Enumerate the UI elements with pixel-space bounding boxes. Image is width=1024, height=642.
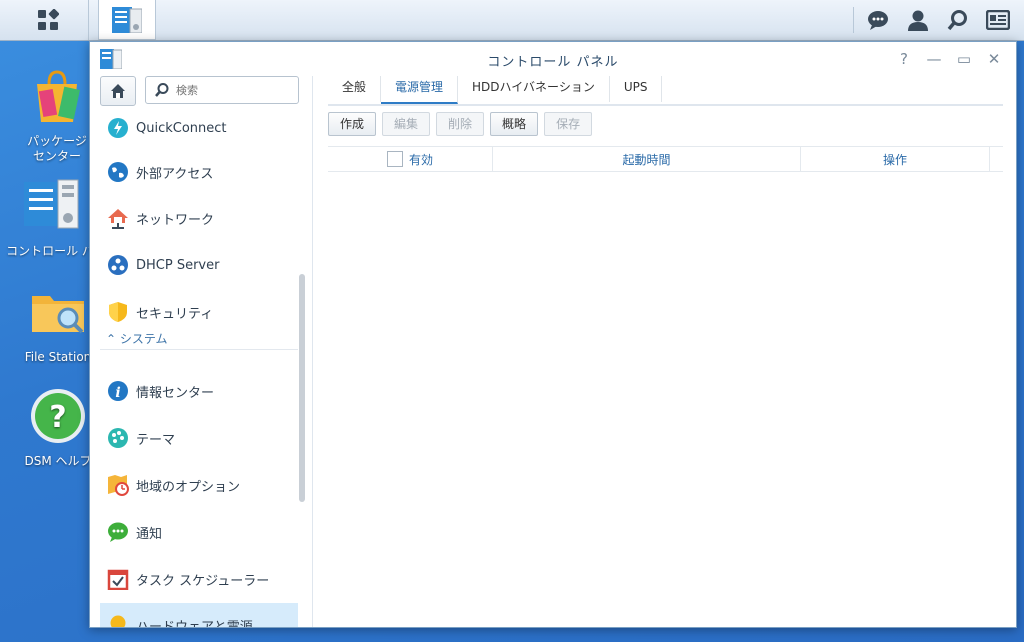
sidebar-item-hardware-power[interactable]: ハードウェアと電源: [100, 603, 298, 627]
main-menu-button[interactable]: [8, 0, 89, 40]
desktop-icon-control-panel[interactable]: コントロール パ: [0, 176, 100, 259]
window-titlebar[interactable]: コントロール パネル ? — ▭ ✕: [90, 42, 1016, 76]
quickconnect-icon: [106, 116, 130, 140]
sidebar-item-label: ハードウェアと電源: [136, 619, 253, 628]
tab-bar: 全般 電源管理 HDDハイバネーション UPS: [328, 76, 1003, 106]
edit-button[interactable]: 編集: [382, 112, 431, 136]
column-enabled[interactable]: 有効: [328, 147, 493, 171]
widgets-button[interactable]: [978, 0, 1018, 40]
tab-hdd-hibernation[interactable]: HDDハイバネーション: [458, 76, 610, 102]
file-station-icon: [32, 296, 84, 334]
sidebar-item-security[interactable]: セキュリティ: [100, 290, 298, 334]
chat-icon: [868, 11, 888, 30]
search-icon: [947, 10, 967, 31]
column-action[interactable]: 操作: [801, 147, 990, 171]
schedule-table-header: 有効 起動時間 操作: [328, 146, 1003, 172]
search-box[interactable]: [145, 76, 299, 104]
sidebar-item-label: 通知: [136, 526, 163, 542]
sidebar-item-label: 情報センター: [136, 385, 215, 401]
search-icon: [155, 83, 169, 97]
tab-ups[interactable]: UPS: [610, 76, 663, 102]
taskbar-right: [853, 0, 1024, 40]
sidebar-item-label: ネットワーク: [136, 212, 215, 228]
sidebar-item-regional-options[interactable]: 地域のオプション: [100, 463, 298, 507]
sidebar: QuickConnect 外部アクセス ネットワーク DHCP Server セ…: [90, 76, 313, 627]
sidebar-item-external-access[interactable]: 外部アクセス: [100, 150, 298, 194]
user-icon: [908, 10, 928, 31]
security-icon: [106, 300, 130, 324]
sidebar-section-system[interactable]: ⌃ システム: [106, 330, 168, 347]
summary-button[interactable]: 概略: [490, 112, 539, 136]
sidebar-item-label: セキュリティ: [136, 306, 214, 322]
window-controls: ? — ▭ ✕: [896, 50, 1002, 68]
help-icon: ?: [31, 389, 85, 443]
theme-icon: [106, 426, 130, 450]
taskbar-separator: [853, 7, 854, 33]
user-button[interactable]: [898, 0, 938, 40]
network-icon: [106, 206, 130, 230]
svg-text:i: i: [115, 385, 120, 401]
column-start-time[interactable]: 起動時間: [493, 147, 801, 171]
control-panel-icon: [24, 179, 79, 229]
package-center-icon: [37, 70, 80, 122]
close-button[interactable]: ✕: [986, 50, 1002, 68]
sidebar-item-label: タスク スケジューラー: [136, 573, 270, 589]
sidebar-item-notification[interactable]: 通知: [100, 510, 298, 554]
hardware-power-icon: [106, 613, 130, 627]
sidebar-section-label: システム: [119, 332, 168, 346]
external-access-icon: [106, 160, 130, 184]
tab-general[interactable]: 全般: [328, 76, 382, 102]
sidebar-item-info-center[interactable]: i 情報センター: [100, 369, 298, 413]
home-icon: [111, 84, 125, 98]
info-icon: i: [106, 379, 130, 403]
sidebar-item-dhcp[interactable]: DHCP Server: [100, 243, 298, 287]
maximize-button[interactable]: ▭: [956, 50, 972, 68]
sidebar-item-quickconnect[interactable]: QuickConnect: [100, 116, 298, 140]
dhcp-icon: [106, 253, 130, 277]
tab-power-management[interactable]: 電源管理: [381, 76, 459, 104]
column-header-label: 有効: [408, 152, 433, 167]
grid-icon: [38, 9, 59, 30]
column-header-label: 起動時間: [622, 152, 671, 167]
sidebar-item-theme[interactable]: テーマ: [100, 416, 298, 460]
select-all-checkbox[interactable]: [386, 151, 403, 167]
sidebar-item-label: QuickConnect: [136, 120, 227, 136]
notification-icon: [106, 520, 130, 544]
sidebar-scrollbar[interactable]: [299, 274, 305, 502]
help-button[interactable]: ?: [896, 50, 912, 68]
task-scheduler-icon: [106, 567, 130, 591]
home-button[interactable]: [100, 76, 136, 106]
widgets-icon: [986, 10, 1010, 30]
search-input[interactable]: [174, 82, 288, 98]
search-button[interactable]: [938, 0, 978, 40]
svg-text:?: ?: [49, 400, 66, 435]
sidebar-item-task-scheduler[interactable]: タスク スケジューラー: [100, 557, 298, 601]
desktop-icon-label: コントロール パ: [6, 244, 94, 258]
sidebar-item-label: 外部アクセス: [136, 166, 214, 182]
column-header-label: 操作: [882, 152, 907, 167]
control-panel-icon: [112, 6, 142, 33]
sidebar-item-network[interactable]: ネットワーク: [100, 196, 298, 240]
chevron-up-icon: ⌃: [106, 332, 120, 346]
taskbar-control-panel-button[interactable]: [98, 0, 156, 40]
window-title: コントロール パネル: [487, 55, 619, 70]
save-button[interactable]: 保存: [544, 112, 593, 136]
sidebar-item-label: 地域のオプション: [136, 479, 241, 495]
sidebar-item-label: テーマ: [136, 432, 176, 448]
taskbar: [0, 0, 1024, 41]
regional-options-icon: [106, 473, 130, 497]
minimize-button[interactable]: —: [926, 50, 942, 68]
chat-button[interactable]: [858, 0, 898, 40]
toolbar: 作成 編集 削除 概略 保存: [328, 112, 593, 136]
control-panel-window: コントロール パネル ? — ▭ ✕ QuickConnec: [89, 41, 1017, 628]
section-divider: [100, 349, 298, 350]
delete-button[interactable]: 削除: [436, 112, 485, 136]
create-button[interactable]: 作成: [328, 112, 377, 136]
sidebar-item-label: DHCP Server: [136, 257, 220, 273]
